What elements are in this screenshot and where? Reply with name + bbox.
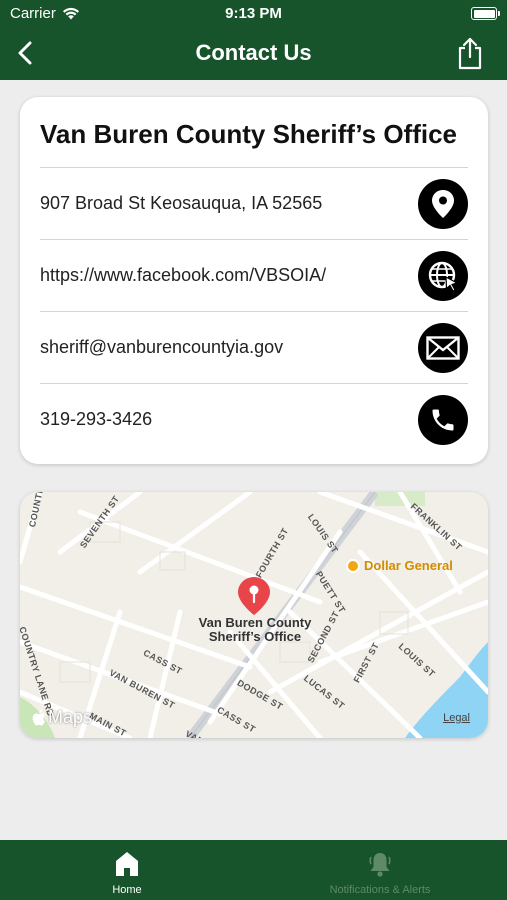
- pin-label: Van Buren County Sheriff’s Office: [180, 616, 330, 644]
- battery-icon: [471, 7, 500, 20]
- pin-label-line2: Sheriff’s Office: [208, 629, 302, 644]
- map-pin-marker-icon[interactable]: [236, 575, 272, 617]
- globe-icon[interactable]: [418, 251, 468, 301]
- address-row[interactable]: 907 Broad St Keosauqua, IA 52565: [40, 167, 468, 239]
- tab-home-label: Home: [112, 884, 142, 896]
- poi-icon: [346, 558, 360, 573]
- contact-card: Van Buren County Sheriff’s Office 907 Br…: [20, 97, 488, 464]
- tab-notifications[interactable]: Notifications & Alerts: [310, 840, 450, 900]
- email-row[interactable]: sheriff@vanburencountyia.gov: [40, 311, 468, 383]
- tab-bar: Home Notifications & Alerts: [0, 840, 507, 900]
- pin-label-line1: Van Buren County: [198, 615, 312, 630]
- poi-dollar-general[interactable]: Dollar General: [346, 558, 453, 573]
- tab-home[interactable]: Home: [77, 840, 177, 900]
- phone-row[interactable]: 319-293-3426: [40, 383, 468, 455]
- share-icon[interactable]: [455, 36, 485, 70]
- tab-notifications-label: Notifications & Alerts: [329, 884, 431, 896]
- location-map[interactable]: COUNTRY SEVENTH ST FOURTH ST LOUIS ST FR…: [20, 492, 488, 738]
- maps-brand-text: Maps: [48, 707, 93, 727]
- map-pin-icon[interactable]: [418, 179, 468, 229]
- status-time: 9:13 PM: [225, 5, 282, 22]
- navigation-bar: Contact Us: [0, 28, 507, 80]
- legal-link[interactable]: Legal: [443, 712, 470, 724]
- phone-icon[interactable]: [418, 395, 468, 445]
- poi-label: Dollar General: [364, 558, 453, 573]
- address-text[interactable]: 907 Broad St Keosauqua, IA 52565: [40, 168, 322, 239]
- phone-text[interactable]: 319-293-3426: [40, 384, 152, 455]
- office-name: Van Buren County Sheriff’s Office: [40, 119, 458, 149]
- bell-icon[interactable]: [367, 850, 393, 878]
- mail-icon[interactable]: [418, 323, 468, 373]
- home-icon[interactable]: [114, 850, 140, 878]
- apple-logo-icon: [32, 709, 45, 726]
- website-text[interactable]: https://www.facebook.com/VBSOIA/: [40, 240, 326, 311]
- page-title: Contact Us: [195, 40, 312, 65]
- website-row[interactable]: https://www.facebook.com/VBSOIA/: [40, 239, 468, 311]
- maps-logo: Maps: [32, 707, 92, 728]
- status-bar: Carrier 9:13 PM: [0, 0, 507, 28]
- email-text[interactable]: sheriff@vanburencountyia.gov: [40, 312, 283, 383]
